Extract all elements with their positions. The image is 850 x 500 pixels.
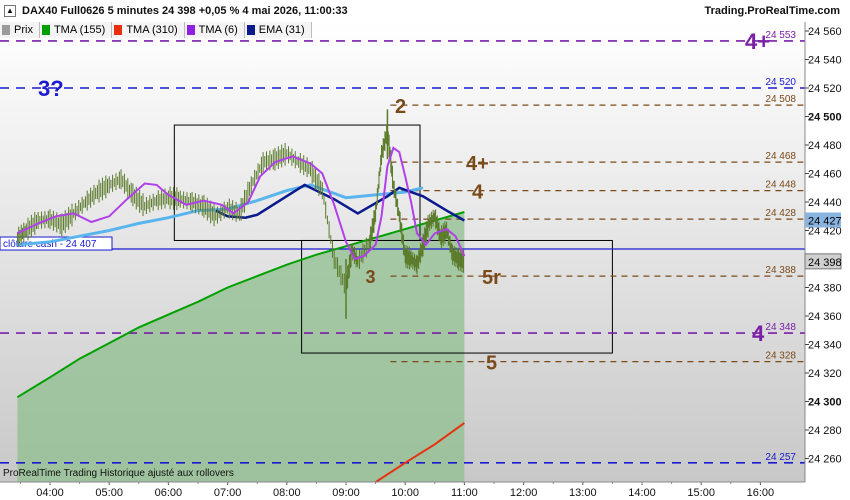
level-tag: 4 (472, 182, 484, 204)
x-tick-label: 12:00 (510, 487, 538, 499)
legend-swatch (2, 25, 10, 35)
legend-item-ema31[interactable]: EMA (31) (244, 22, 312, 38)
level-tag: 3? (38, 76, 64, 101)
indicator-legend: Prix TMA (155) TMA (310) TMA (6) EMA (31… (0, 22, 312, 38)
x-tick-label: 09:00 (332, 487, 360, 499)
x-tick-label: 07:00 (214, 487, 242, 499)
x-tick-label: 05:00 (95, 487, 123, 499)
level-price-label: 24 428 (765, 208, 796, 219)
level-tag: 4 (752, 321, 765, 346)
x-tick-label: 16:00 (747, 487, 775, 499)
level-price-label: 24 448 (765, 180, 796, 191)
level-price-label: 24 328 (765, 351, 796, 362)
footer-note: ProRealTime Trading Historique ajusté au… (3, 468, 234, 479)
x-axis-panel (0, 482, 850, 500)
level-price-label: 24 520 (765, 77, 796, 88)
y-tick-label: 24 380 (808, 283, 842, 295)
legend-item-tma6[interactable]: TMA (6) (184, 22, 245, 38)
level-tag: 5 (486, 353, 497, 375)
legend-item-tma155[interactable]: TMA (155) (39, 22, 113, 38)
chart-title: DAX40 Full0626 5 minutes 24 398 +0,05 % … (22, 5, 348, 17)
y-tick-label: 24 440 (808, 197, 842, 209)
y-tick-label: 24 540 (808, 55, 842, 67)
y-tick-label: 24 520 (808, 83, 842, 95)
legend-swatch (114, 25, 123, 35)
level-price-label: 24 348 (765, 322, 796, 333)
legend-item-prix[interactable]: Prix (0, 22, 40, 38)
last-price-label: 24 398 (808, 257, 842, 269)
x-tick-label: 11:00 (451, 487, 478, 499)
chart-header: ▲ DAX40 Full0626 5 minutes 24 398 +0,05 … (0, 0, 850, 22)
level-price-label: 24 388 (765, 265, 796, 276)
expand-icon[interactable]: ▲ (4, 5, 16, 17)
y-tick-label: 24 480 (808, 140, 842, 152)
x-tick-label: 14:00 (628, 487, 656, 499)
legend-swatch (246, 25, 255, 35)
y-tick-label: 24 260 (808, 454, 842, 466)
y-tick-label: 24 280 (808, 425, 842, 437)
level-tag: 4+ (745, 29, 770, 54)
chart-window: 24 553 4+ 24 520 3? 24 508 2 24 468 4+ 24 448 4 24… (0, 0, 850, 500)
price-chart[interactable]: 24 5534+24 5203? 24 508224 4684+24 448424… (0, 0, 850, 500)
wave-label: 3 (365, 267, 375, 287)
legend-label: TMA (310) (126, 24, 178, 36)
level-price-label: 24 468 (765, 151, 796, 162)
legend-swatch (41, 25, 50, 35)
x-tick-label: 04:00 (36, 487, 64, 499)
x-tick-label: 08:00 (273, 487, 301, 499)
x-tick-label: 13:00 (569, 487, 597, 499)
ema-price-label: 24 427 (808, 216, 842, 228)
legend-label: TMA (6) (198, 24, 238, 36)
level-tag: 5r (482, 267, 501, 289)
x-tick-label: 10:00 (391, 487, 419, 499)
level-tag: 2 (395, 96, 406, 118)
legend-label: EMA (31) (258, 24, 305, 36)
y-tick-label: 24 300 (808, 397, 842, 409)
x-tick-label: 06:00 (155, 487, 183, 499)
y-tick-label: 24 360 (808, 311, 842, 323)
legend-label: TMA (155) (53, 24, 106, 36)
legend-swatch (186, 25, 195, 35)
y-tick-label: 24 560 (808, 26, 842, 38)
level-tag: 4+ (466, 153, 489, 175)
legend-item-tma310[interactable]: TMA (310) (112, 22, 185, 38)
brand-label: Trading.ProRealTime.com (704, 5, 840, 17)
y-tick-label: 24 500 (808, 112, 842, 124)
y-tick-label: 24 460 (808, 169, 842, 181)
legend-label: Prix (14, 24, 33, 36)
y-tick-label: 24 340 (808, 340, 842, 352)
level-price-label: 24 257 (765, 452, 796, 463)
y-tick-label: 24 320 (808, 368, 842, 380)
x-tick-label: 15:00 (687, 487, 715, 499)
level-price-label: 24 508 (765, 94, 796, 105)
